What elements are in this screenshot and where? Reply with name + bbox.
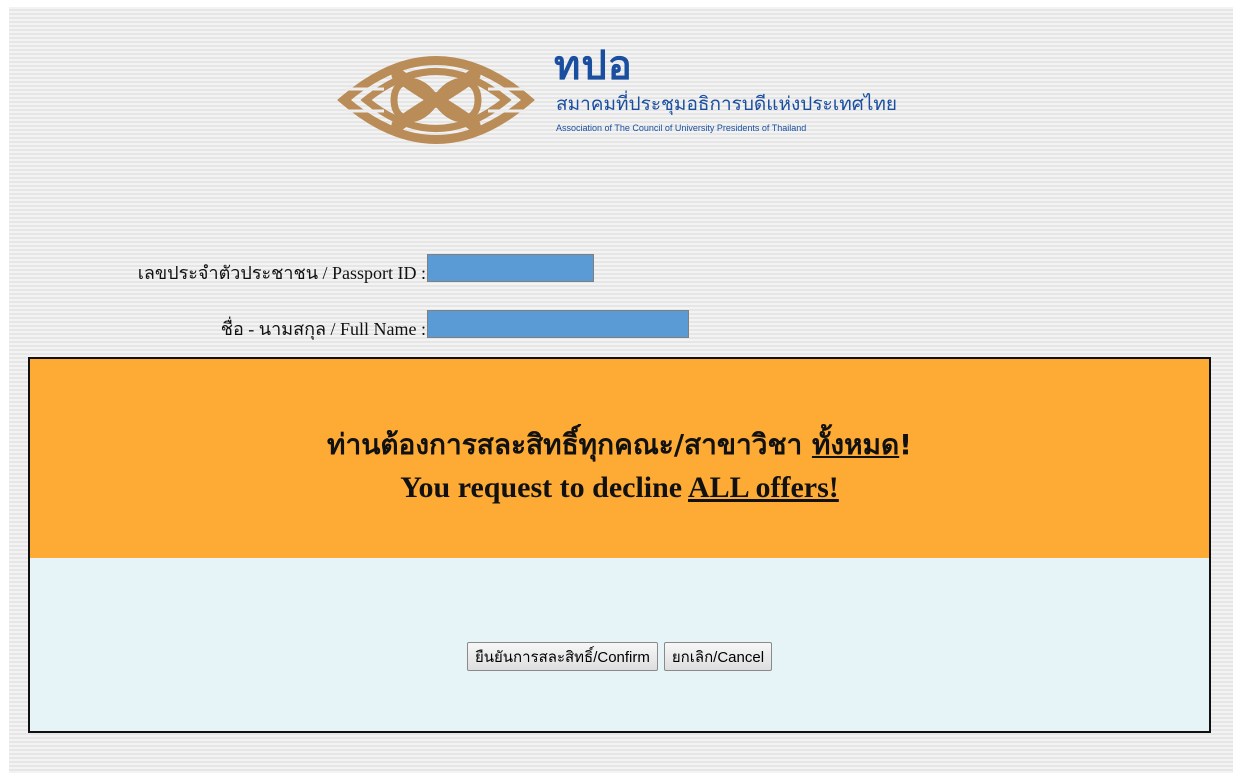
passport-row: เลขประจำตัวประชาชน / Passport ID : [9,254,1233,284]
warning-thai-suffix: ! [899,428,912,461]
passport-value-redacted [427,254,594,282]
page-background: ทปอ สมาคมที่ประชุมอธิการบดีแห่งประเทศไทย… [9,7,1233,773]
warning-message-thai: ท่านต้องการสละสิทธิ์ทุกคณะ/สาขาวิชา ทั้ง… [30,423,1209,467]
warning-english-prefix: You request to decline [400,471,688,504]
logo-thai-name: สมาคมที่ประชุมอธิการบดีแห่งประเทศไทย [556,93,898,115]
logo-title: ทปอ [554,43,633,89]
fullname-label: ชื่อ - นามสกุล / Full Name : [220,319,426,339]
cancel-button[interactable]: ยกเลิก/Cancel [663,642,773,671]
confirm-decline-button[interactable]: ยืนยันการสละสิทธิ์/Confirm [466,642,658,671]
decline-confirm-dialog: ท่านต้องการสละสิทธิ์ทุกคณะ/สาขาวิชา ทั้ง… [28,357,1211,733]
button-row: ยืนยันการสละสิทธิ์/Confirm ยกเลิก/Cancel [30,642,1209,671]
warning-thai-prefix: ท่านต้องการสละสิทธิ์ทุกคณะ/สาขาวิชา [327,428,812,461]
warning-english-emphasis: ALL offers! [687,471,839,504]
logo-english-name: Association of The Council of University… [556,123,807,133]
fullname-row: ชื่อ - นามสกุล / Full Name : [9,310,1233,340]
passport-label: เลขประจำตัวประชาชน / Passport ID : [137,263,426,283]
dialog-actions-area: ยืนยันการสละสิทธิ์/Confirm ยกเลิก/Cancel [30,558,1209,731]
warning-message-english: You request to decline ALL offers! [30,471,1209,505]
knot-emblem-icon [337,56,535,144]
warning-thai-emphasis: ทั้งหมด [811,428,900,461]
cupt-logo: ทปอ สมาคมที่ประชุมอธิการบดีแห่งประเทศไทย… [336,35,916,165]
warning-banner: ท่านต้องการสละสิทธิ์ทุกคณะ/สาขาวิชา ทั้ง… [30,359,1209,558]
fullname-value-redacted [427,310,689,338]
